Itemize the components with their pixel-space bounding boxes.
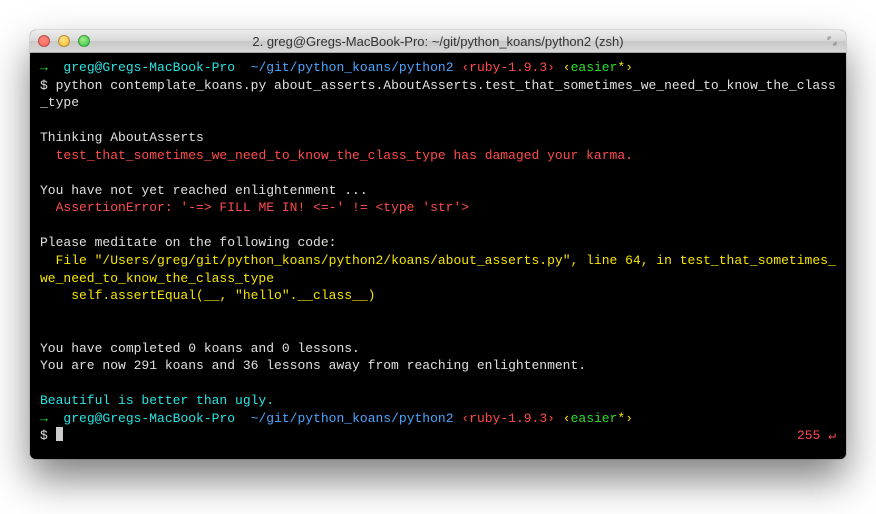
titlebar[interactable]: 2. greg@Gregs-MacBook-Pro: ~/git/python_… [30, 30, 846, 53]
prompt2-arrow: → [40, 411, 48, 426]
git-close: › [625, 60, 633, 75]
code-line: self.assertEqual(__, "hello".__class__) [40, 288, 375, 303]
prompt-path: ~/git/python_koans/python2 [251, 60, 454, 75]
traffic-lights [38, 35, 90, 47]
completed-line: You have completed 0 koans and 0 lessons… [40, 341, 360, 356]
cursor [56, 427, 63, 441]
return-icon: ↵ [828, 428, 836, 443]
rvm2-open: ‹ [461, 411, 469, 426]
remaining-line: You are now 291 koans and 36 lessons awa… [40, 358, 586, 373]
git-open: ‹ [563, 60, 571, 75]
prompt2-path: ~/git/python_koans/python2 [251, 411, 454, 426]
maximize-icon[interactable] [826, 35, 838, 47]
window-title: 2. greg@Gregs-MacBook-Pro: ~/git/python_… [30, 34, 846, 49]
git2-open: ‹ [563, 411, 571, 426]
rvm2-close: › [547, 411, 555, 426]
close-icon[interactable] [38, 35, 50, 47]
rvm-version: ruby-1.9.3 [469, 60, 547, 75]
prompt-arrow: → [40, 60, 48, 75]
git2-branch: easier [571, 411, 618, 426]
file-line: File "/Users/greg/git/python_koans/pytho… [40, 253, 836, 286]
rvm2-version: ruby-1.9.3 [469, 411, 547, 426]
minimize-icon[interactable] [58, 35, 70, 47]
karma-test: test_that_sometimes_we_need_to_know_the_… [40, 148, 446, 163]
command-1: python contemplate_koans.py about_assert… [40, 78, 836, 111]
terminal-window: 2. greg@Gregs-MacBook-Pro: ~/git/python_… [30, 30, 846, 459]
terminal-body[interactable]: → greg@Gregs-MacBook-Pro ~/git/python_ko… [30, 53, 846, 459]
ps1: $ [40, 78, 48, 93]
zoom-icon[interactable] [78, 35, 90, 47]
meditate-line: Please meditate on the following code: [40, 235, 336, 250]
karma-msg: has damaged your karma. [446, 148, 633, 163]
not-enlightened: You have not yet reached enlightenment .… [40, 183, 368, 198]
thinking-line: Thinking AboutAsserts [40, 130, 204, 145]
git2-close: › [625, 411, 633, 426]
ps1-2: $ [40, 428, 48, 443]
prompt2-host: greg@Gregs-MacBook-Pro [63, 411, 235, 426]
prompt-host: greg@Gregs-MacBook-Pro [63, 60, 235, 75]
zen-line: Beautiful is better than ugly. [40, 393, 274, 408]
rvm-close: › [547, 60, 555, 75]
exit-code: 255 [797, 428, 820, 443]
assertion-error: AssertionError: '-=> FILL ME IN! <=-' !=… [40, 200, 469, 215]
git-branch: easier [571, 60, 618, 75]
rvm-open: ‹ [461, 60, 469, 75]
